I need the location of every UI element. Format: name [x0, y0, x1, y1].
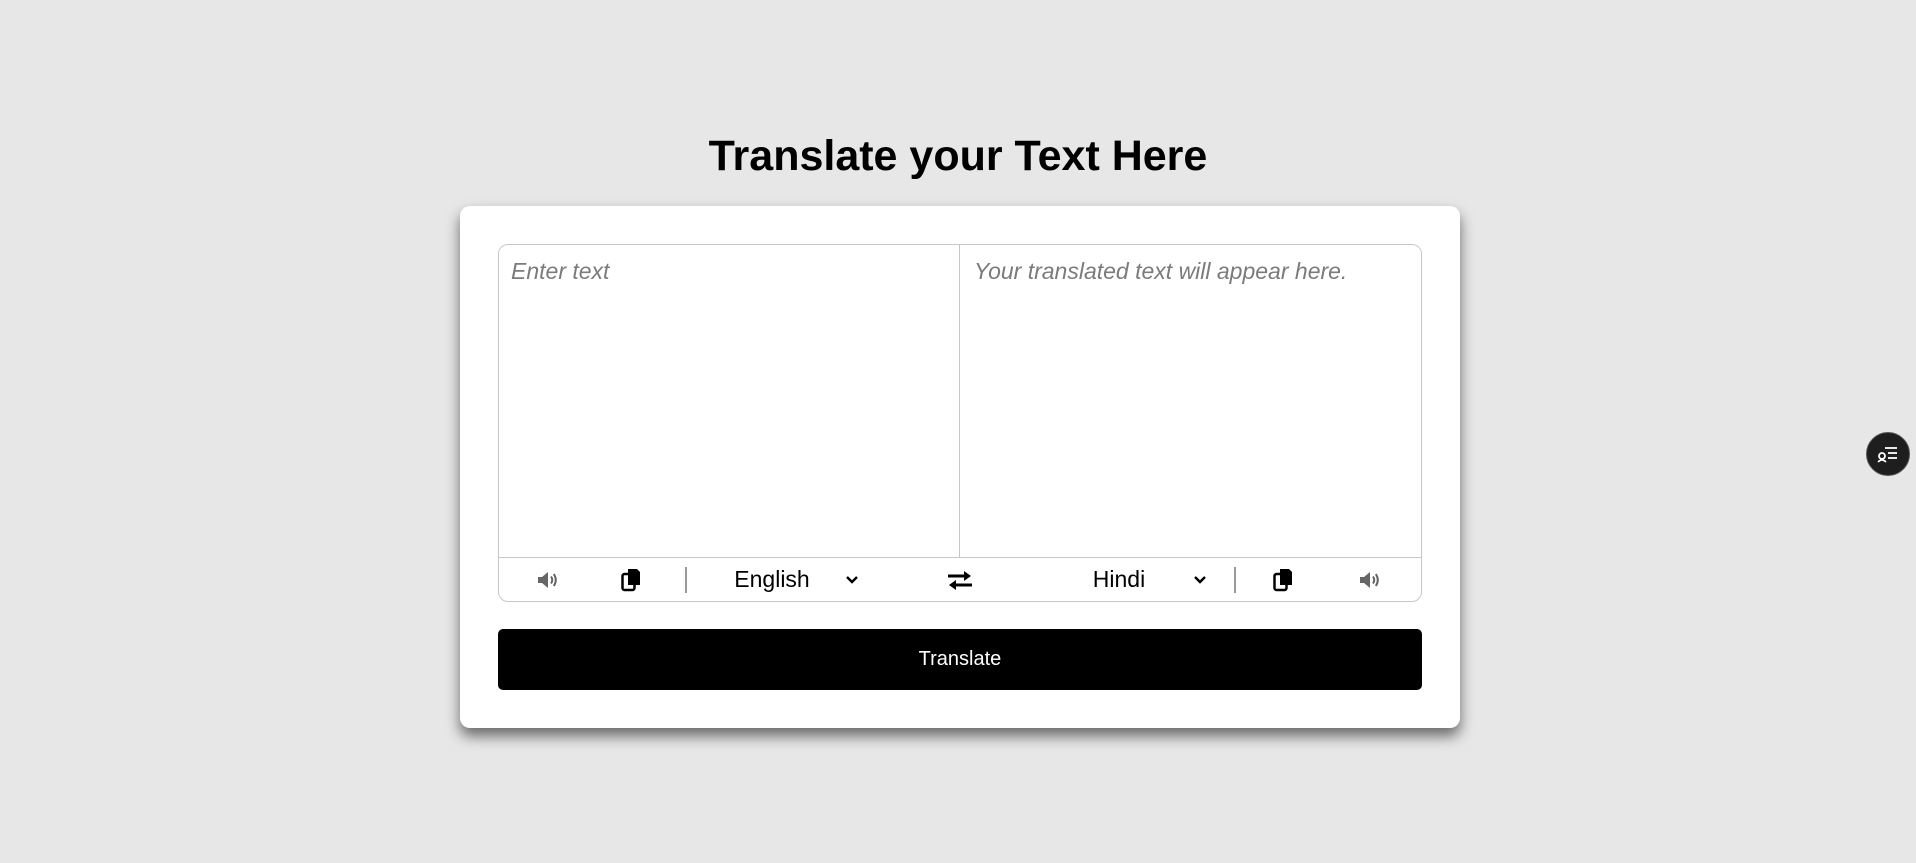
source-language-select[interactable]: English — [699, 558, 873, 601]
user-list-icon — [1877, 447, 1897, 463]
source-language-label: English — [734, 566, 810, 592]
source-copy-button[interactable] — [616, 558, 646, 601]
source-speak-button[interactable] — [533, 558, 563, 601]
copy-icon — [1273, 568, 1292, 591]
speaker-icon — [538, 571, 557, 588]
target-language-label: Hindi — [1092, 566, 1146, 592]
divider — [685, 567, 687, 593]
source-text-input[interactable] — [499, 245, 960, 557]
translator-card: English Hindi — [460, 206, 1460, 728]
swap-languages-button[interactable] — [943, 558, 977, 601]
copy-icon — [621, 568, 640, 591]
translated-text-output[interactable] — [960, 245, 1421, 557]
floating-action-button[interactable] — [1866, 432, 1910, 476]
chevron-down-icon — [1194, 575, 1206, 584]
text-panel: English Hindi — [498, 244, 1422, 602]
text-areas — [499, 245, 1421, 557]
target-copy-button[interactable] — [1268, 558, 1298, 601]
speaker-icon — [1360, 571, 1379, 588]
target-language-select[interactable]: Hindi — [1045, 558, 1221, 601]
translate-button[interactable]: Translate — [498, 629, 1422, 690]
page-title: Translate your Text Here — [708, 132, 1208, 180]
controls-bar: English Hindi — [499, 557, 1421, 601]
chevron-down-icon — [846, 575, 858, 584]
swap-arrows-icon — [948, 570, 972, 590]
divider — [1234, 567, 1236, 593]
target-speak-button[interactable] — [1355, 558, 1385, 601]
